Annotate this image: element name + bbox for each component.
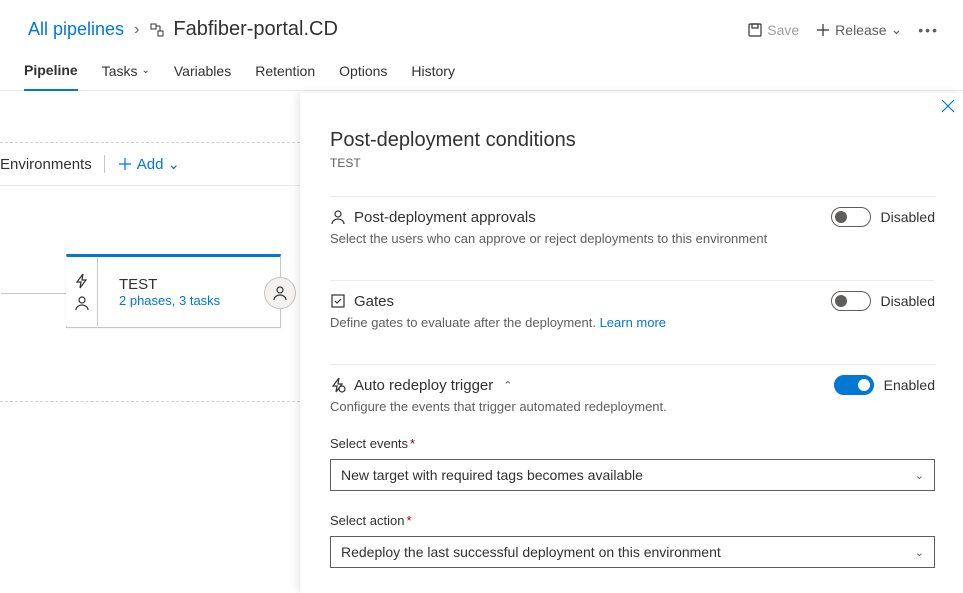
section-gates-header: Gates Disabled (330, 291, 935, 311)
breadcrumb-separator: › (134, 21, 139, 39)
select-events-label-text: Select events (330, 436, 408, 451)
redeploy-title-text: Auto redeploy trigger (354, 377, 493, 394)
header-bar: All pipelines › Fabfiber-portal.CD Save … (0, 0, 963, 51)
add-label: Add (137, 156, 164, 173)
select-action-label: Select action* (330, 513, 935, 528)
save-label: Save (767, 22, 799, 38)
required-indicator: * (406, 513, 411, 528)
tab-retention[interactable]: Retention (255, 51, 315, 91)
gates-title-text: Gates (354, 293, 394, 310)
tab-variables[interactable]: Variables (174, 51, 231, 91)
pipeline-icon (149, 22, 165, 38)
plus-icon (117, 156, 133, 172)
pipeline-title-text: Fabfiber-portal.CD (173, 18, 338, 41)
section-gates-title[interactable]: Gates (330, 293, 394, 310)
approvals-title-text: Post-deployment approvals (354, 209, 536, 226)
section-approvals: Post-deployment approvals Disabled Selec… (330, 196, 935, 262)
close-icon (941, 99, 955, 113)
redeploy-description: Configure the events that trigger automa… (330, 399, 935, 414)
post-deployment-panel: Post-deployment conditions TEST Post-dep… (300, 93, 963, 593)
pre-deployment-conditions-button[interactable] (66, 257, 98, 326)
breadcrumb: All pipelines › Fabfiber-portal.CD (28, 18, 338, 41)
tab-tasks-label: Tasks (102, 63, 138, 79)
select-events-label: Select events* (330, 436, 935, 451)
person-icon (74, 295, 90, 311)
stage-name: TEST (119, 276, 220, 293)
release-label: Release (835, 22, 886, 38)
post-deployment-conditions-button[interactable] (264, 277, 296, 309)
section-approvals-title[interactable]: Post-deployment approvals (330, 209, 536, 226)
gates-desc-text: Define gates to evaluate after the deplo… (330, 315, 600, 330)
gate-icon (330, 293, 346, 309)
chevron-down-icon: ⌄ (167, 155, 180, 173)
environments-header: Environments Add ⌄ (0, 142, 300, 186)
stage-tasks-link[interactable]: 2 phases, 3 tasks (119, 293, 220, 308)
select-events-dropdown[interactable]: New target with required tags becomes av… (330, 459, 935, 491)
chevron-down-icon: ⌄ (915, 546, 924, 559)
save-icon (747, 22, 763, 38)
gates-description: Define gates to evaluate after the deplo… (330, 315, 935, 330)
tabs: Pipeline Tasks⌄ Variables Retention Opti… (0, 51, 963, 91)
gates-toggle-state: Disabled (881, 293, 935, 309)
chevron-down-icon: ⌄ (891, 21, 903, 38)
stage-body: TEST 2 phases, 3 tasks (119, 276, 220, 308)
tab-history[interactable]: History (411, 51, 455, 91)
breadcrumb-root-link[interactable]: All pipelines (28, 19, 124, 40)
chevron-down-icon: ⌄ (915, 469, 924, 482)
section-redeploy-title[interactable]: Auto redeploy trigger ⌃ (330, 377, 512, 394)
gates-learn-more-link[interactable]: Learn more (600, 315, 666, 330)
gates-toggle[interactable] (831, 291, 871, 311)
pipeline-canvas: Environments Add ⌄ TEST 2 phases, 3 task… (0, 110, 300, 593)
section-redeploy-header: Auto redeploy trigger ⌃ Enabled (330, 375, 935, 395)
chevron-up-icon: ⌃ (503, 379, 512, 392)
select-action-dropdown[interactable]: Redeploy the last successful deployment … (330, 536, 935, 568)
plus-icon (815, 22, 831, 38)
person-icon (330, 209, 346, 225)
select-events-value: New target with required tags becomes av… (341, 467, 643, 483)
tab-pipeline[interactable]: Pipeline (24, 51, 78, 91)
header-actions: Save Release ⌄ ••• (747, 21, 939, 38)
canvas-divider (0, 401, 300, 402)
trigger-icon (74, 273, 90, 289)
environments-label: Environments (0, 156, 92, 173)
stage-card-test[interactable]: TEST 2 phases, 3 tasks (66, 254, 281, 328)
panel-title: Post-deployment conditions (330, 129, 935, 152)
more-actions-button[interactable]: ••• (918, 22, 939, 38)
gates-toggle-wrap: Disabled (831, 291, 935, 311)
approvals-toggle-state: Disabled (881, 209, 935, 225)
add-environment-button[interactable]: Add ⌄ (117, 155, 180, 173)
approvals-toggle[interactable] (831, 207, 871, 227)
redeploy-toggle-state: Enabled (884, 377, 935, 393)
required-indicator: * (410, 436, 415, 451)
tab-options[interactable]: Options (339, 51, 387, 91)
tab-tasks[interactable]: Tasks⌄ (102, 51, 150, 91)
connector-line (1, 293, 67, 294)
section-gates: Gates Disabled Define gates to evaluate … (330, 280, 935, 346)
redeploy-icon (330, 377, 346, 393)
release-button[interactable]: Release ⌄ (815, 21, 902, 38)
person-icon (272, 285, 288, 301)
breadcrumb-title: Fabfiber-portal.CD (149, 18, 338, 41)
redeploy-toggle[interactable] (834, 375, 874, 395)
redeploy-toggle-wrap: Enabled (834, 375, 935, 395)
select-action-value: Redeploy the last successful deployment … (341, 544, 721, 560)
approvals-description: Select the users who can approve or reje… (330, 231, 935, 246)
chevron-down-icon: ⌄ (141, 65, 149, 76)
section-auto-redeploy: Auto redeploy trigger ⌃ Enabled Configur… (330, 364, 935, 584)
panel-subtitle: TEST (330, 156, 935, 170)
separator (104, 155, 105, 173)
close-panel-button[interactable] (941, 99, 955, 116)
select-action-label-text: Select action (330, 513, 404, 528)
save-button[interactable]: Save (747, 22, 799, 38)
section-approvals-header: Post-deployment approvals Disabled (330, 207, 935, 227)
approvals-toggle-wrap: Disabled (831, 207, 935, 227)
